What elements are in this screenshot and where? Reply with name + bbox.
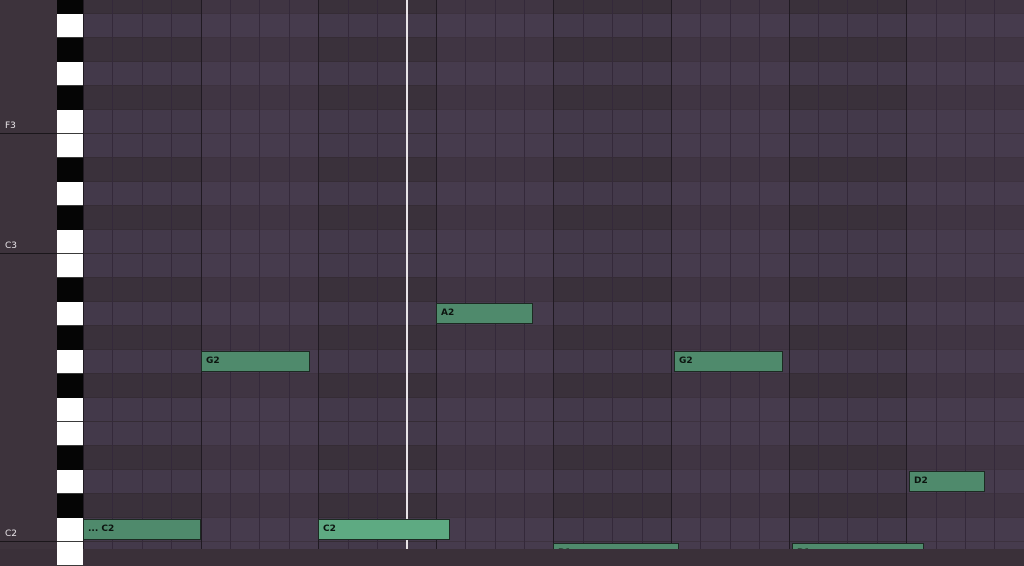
bar-line <box>906 0 907 549</box>
beat-line <box>994 0 995 549</box>
beat-line <box>142 0 143 549</box>
bar-line <box>83 0 84 549</box>
white-key[interactable] <box>57 134 83 158</box>
white-key[interactable] <box>57 182 83 206</box>
black-key[interactable] <box>57 158 83 182</box>
midi-note[interactable]: A2 <box>436 303 533 324</box>
midi-note[interactable]: B1 <box>792 543 924 549</box>
beat-line <box>289 0 290 549</box>
white-key[interactable] <box>57 254 83 278</box>
beat-line <box>847 0 848 549</box>
octave-divider <box>0 541 57 542</box>
bar-line <box>789 0 790 549</box>
octave-label: C2 <box>5 529 18 539</box>
midi-note[interactable]: C2 <box>318 519 450 540</box>
beat-line <box>377 0 378 549</box>
beat-line <box>583 0 584 549</box>
white-key[interactable] <box>57 542 83 566</box>
midi-note[interactable]: B1 <box>553 543 679 549</box>
white-key[interactable] <box>57 302 83 326</box>
white-key[interactable] <box>57 398 83 422</box>
beat-line <box>612 0 613 549</box>
beat-line <box>230 0 231 549</box>
white-key[interactable] <box>57 62 83 86</box>
white-key[interactable] <box>57 14 83 38</box>
midi-note[interactable]: D2 <box>909 471 985 492</box>
black-key[interactable] <box>57 326 83 350</box>
beat-line <box>112 0 113 549</box>
white-key[interactable] <box>57 350 83 374</box>
beat-line <box>495 0 496 549</box>
beat-line <box>759 0 760 549</box>
beat-line <box>259 0 260 549</box>
beat-line <box>700 0 701 549</box>
bar-line <box>671 0 672 549</box>
beat-line <box>465 0 466 549</box>
black-key[interactable] <box>57 86 83 110</box>
white-key[interactable] <box>57 470 83 494</box>
bar-line <box>436 0 437 549</box>
octave-divider <box>0 133 57 134</box>
beat-line <box>730 0 731 549</box>
midi-note[interactable]: ... C2 <box>83 519 201 540</box>
black-key[interactable] <box>57 494 83 518</box>
black-key[interactable] <box>57 446 83 470</box>
octave-label: F3 <box>5 121 16 131</box>
white-key[interactable] <box>57 518 83 542</box>
midi-note[interactable]: G2 <box>674 351 783 372</box>
piano-keyboard[interactable] <box>57 0 83 566</box>
beat-line <box>936 0 937 549</box>
beat-line <box>965 0 966 549</box>
black-key[interactable] <box>57 0 83 14</box>
beat-line <box>171 0 172 549</box>
beat-line <box>877 0 878 549</box>
white-key[interactable] <box>57 230 83 254</box>
black-key[interactable] <box>57 206 83 230</box>
playhead[interactable] <box>406 0 408 549</box>
white-key[interactable] <box>57 110 83 134</box>
black-key[interactable] <box>57 374 83 398</box>
octave-label-column: F3 C3 C2 <box>0 0 57 549</box>
beat-line <box>642 0 643 549</box>
beat-line <box>818 0 819 549</box>
bar-line <box>318 0 319 549</box>
octave-label: C3 <box>5 241 18 251</box>
beat-line <box>348 0 349 549</box>
bar-line <box>201 0 202 549</box>
note-grid[interactable]: ... C2 G2 C2 A2 B1 G2 B1 D2 <box>83 0 1024 549</box>
midi-note[interactable]: G2 <box>201 351 310 372</box>
white-key[interactable] <box>57 422 83 446</box>
octave-divider <box>0 253 57 254</box>
black-key[interactable] <box>57 38 83 62</box>
black-key[interactable] <box>57 278 83 302</box>
bar-line <box>553 0 554 549</box>
beat-line <box>524 0 525 549</box>
